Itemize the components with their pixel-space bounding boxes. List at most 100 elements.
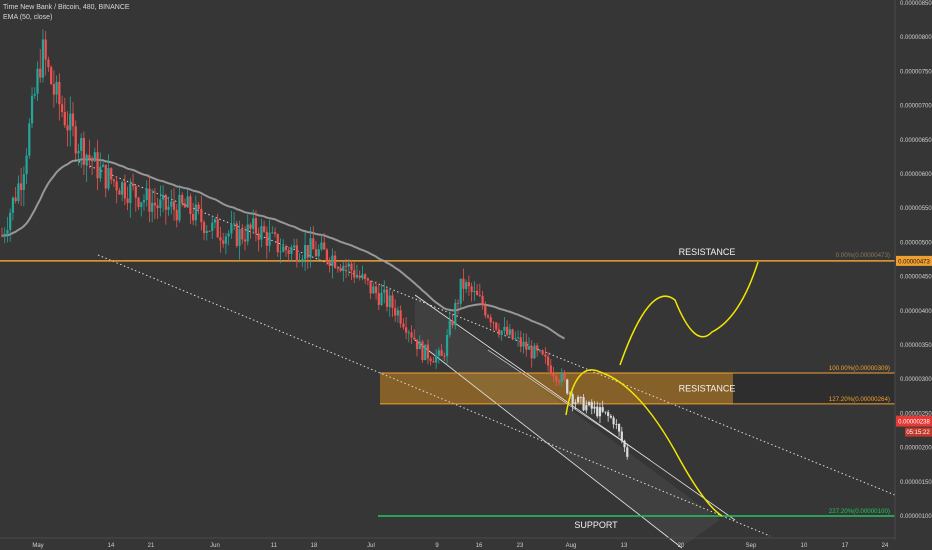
candle-body <box>325 249 329 261</box>
candle-body <box>252 218 255 229</box>
candle-body <box>481 295 484 306</box>
candle-body <box>495 322 498 330</box>
candle-body <box>0 235 4 237</box>
candle-body <box>213 219 217 223</box>
candle-body <box>500 330 503 335</box>
candle-body <box>369 280 372 294</box>
fib-level-label: 127.20%(0.00000264) <box>829 396 890 403</box>
candle-body <box>279 251 282 253</box>
candle-body <box>555 376 558 381</box>
candle-body <box>355 275 359 278</box>
candle-body <box>577 396 580 403</box>
x-tick-label: 17 <box>842 543 849 549</box>
resistance-text-top: RESISTANCE <box>679 247 736 257</box>
x-tick-label: 23 <box>517 543 524 549</box>
candle-body <box>440 350 443 356</box>
candle-body <box>33 93 36 96</box>
candle-body <box>186 196 189 208</box>
x-tick-label: 10 <box>801 543 808 549</box>
candle-body <box>448 320 451 336</box>
candle-body <box>538 350 541 352</box>
y-tick-label: 0.00000300 <box>900 377 932 383</box>
candle-body <box>60 104 64 113</box>
candle-body <box>593 406 596 409</box>
candle-body <box>590 402 593 409</box>
candle-body <box>260 226 263 240</box>
candle-body <box>107 168 110 189</box>
candle-body <box>334 255 337 268</box>
support-text: SUPPORT <box>574 520 618 530</box>
candle-body <box>478 295 481 296</box>
candle-body <box>96 152 99 179</box>
candle-body <box>560 372 563 382</box>
candle-body <box>522 341 525 347</box>
candle-body <box>25 155 28 175</box>
candle-body <box>426 344 430 359</box>
candle-body <box>39 68 42 78</box>
candle-body <box>612 417 615 425</box>
x-tick-label: Jul <box>367 543 375 549</box>
candle-body <box>506 326 509 335</box>
candle-body <box>541 350 544 355</box>
candle-body <box>424 344 427 361</box>
candle-body <box>208 230 211 232</box>
candle-body <box>282 246 285 252</box>
candle-body <box>328 260 331 266</box>
price-chart[interactable]: 0.00%(0.00000473) 100.00%(0.00000309) 127.… <box>0 0 932 550</box>
candle-body <box>178 194 181 221</box>
candle-body <box>339 268 342 271</box>
y-tick-label: 0.00000450 <box>900 275 932 281</box>
candle-body <box>263 226 266 232</box>
candle-body <box>222 240 225 244</box>
candle-body <box>293 245 296 248</box>
candle-body <box>181 194 184 204</box>
candle <box>424 344 427 361</box>
current-price-text: 0.00000238 <box>898 420 930 426</box>
candle-body <box>197 204 200 209</box>
candle-body <box>164 194 167 210</box>
candle-body <box>312 238 315 250</box>
y-tick-label: 0.00000350 <box>900 343 932 349</box>
candle-body <box>456 302 460 304</box>
candle-body <box>126 198 129 204</box>
indicator-title: EMA (50, close) <box>3 14 53 21</box>
candle-body <box>459 278 462 304</box>
candle-body <box>142 200 146 203</box>
candle-body <box>432 361 435 363</box>
candle-body <box>276 234 279 253</box>
candle-body <box>257 233 260 240</box>
candle-body <box>388 295 391 307</box>
candle-body <box>473 290 476 293</box>
candle-body <box>20 183 23 190</box>
y-tick-label: 0.00000600 <box>900 172 932 178</box>
candle-body <box>85 154 88 165</box>
x-tick-label: 18 <box>311 543 318 549</box>
candle-body <box>22 174 25 190</box>
candle-body <box>170 201 173 207</box>
x-tick-label: 24 <box>882 543 889 549</box>
fib-level-label: 0.00%(0.00000473) <box>836 252 890 259</box>
candle-body <box>435 355 438 363</box>
candle-body <box>134 186 137 198</box>
candle-body <box>353 270 356 278</box>
candle-body <box>246 224 249 242</box>
candle-body <box>320 242 323 250</box>
candle-body <box>516 337 520 339</box>
candle-body <box>475 290 479 296</box>
candle-body <box>410 332 413 338</box>
candle-body <box>467 282 471 287</box>
candle-body <box>598 407 602 417</box>
fib-level-label: 227.20%(0.00000100) <box>829 508 890 515</box>
candle-body <box>230 224 233 234</box>
x-tick-label: Aug <box>566 543 577 549</box>
candle-body <box>317 249 320 257</box>
candle-body <box>11 197 15 213</box>
chart-header: Time New Bank / Bitcoin, 480, BINANCE EM… <box>3 3 130 23</box>
candle-body <box>9 212 12 230</box>
candle-body <box>527 346 531 350</box>
candle-body <box>552 374 555 377</box>
candle-body <box>536 345 539 351</box>
x-tick-label: Sep <box>746 543 757 549</box>
candle-body <box>290 247 293 254</box>
candle-body <box>287 250 290 254</box>
